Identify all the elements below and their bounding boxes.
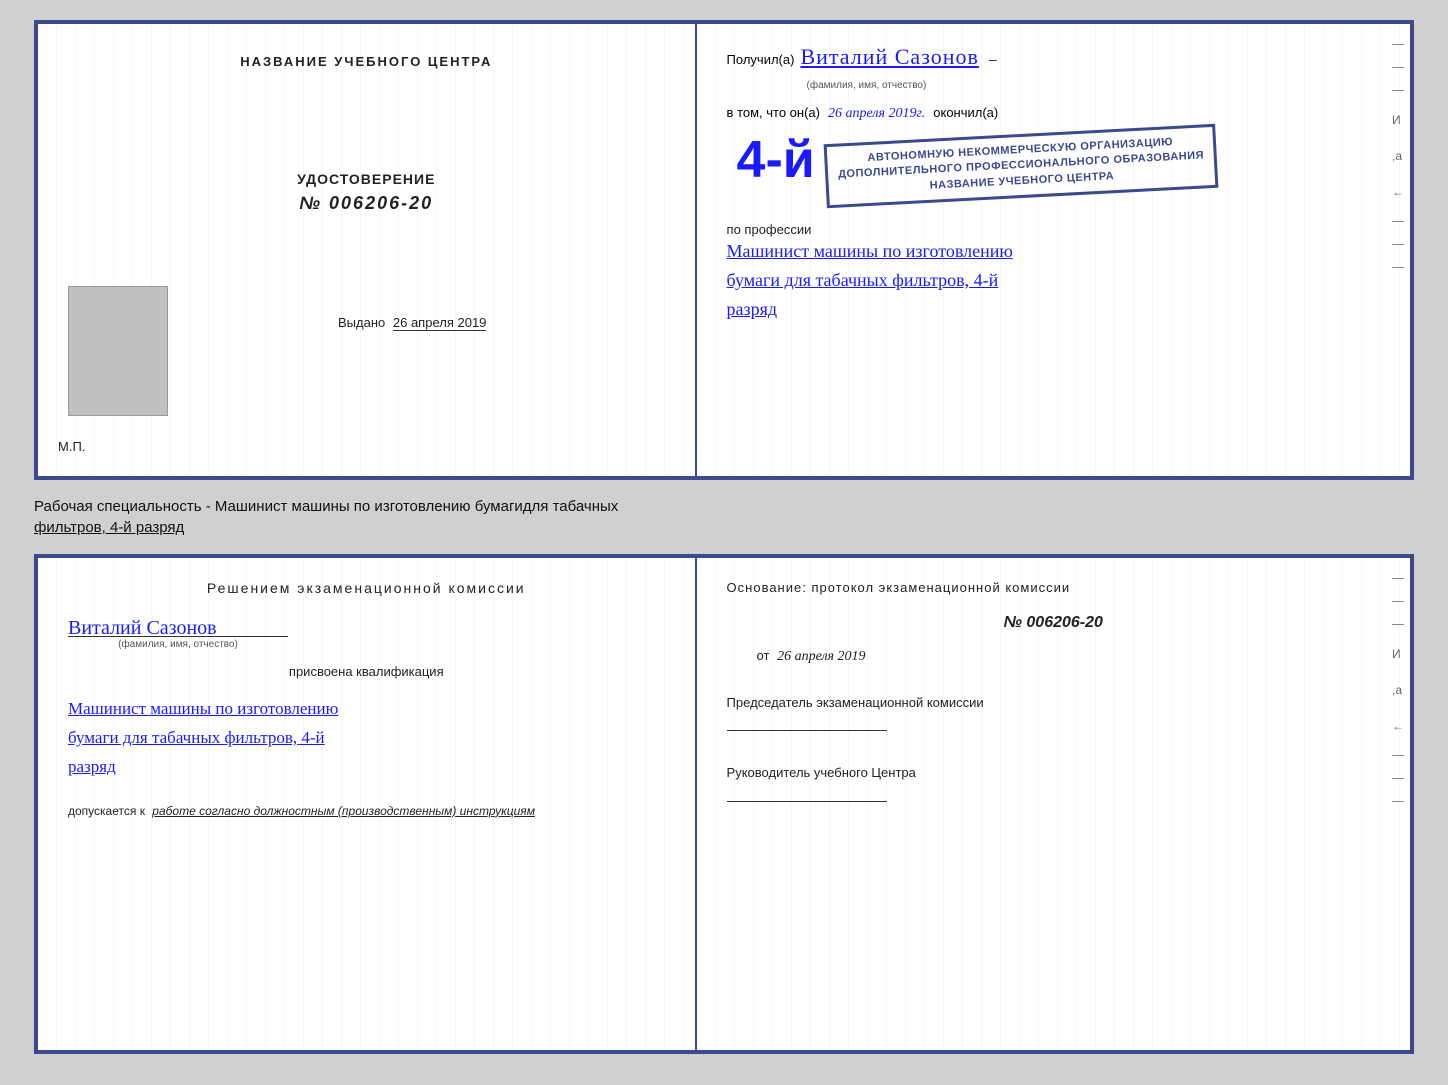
edge-dash-4 [1392, 221, 1404, 222]
cert-top-left: НАЗВАНИЕ УЧЕБНОГО ЦЕНТРА УДОСТОВЕРЕНИЕ №… [38, 24, 697, 476]
chairman-label: Председатель экзаменационной комиссии [727, 693, 1380, 713]
cert-bottom-left: Решением экзаменационной комиссии Витали… [38, 558, 697, 1050]
osnov-label: Основание: протокол экзаменационной коми… [727, 578, 1380, 598]
br-edge-dash-2 [1392, 601, 1404, 602]
photo-placeholder [68, 286, 168, 416]
edge-dash-3 [1392, 90, 1404, 91]
certificate-top: НАЗВАНИЕ УЧЕБНОГО ЦЕНТРА УДОСТОВЕРЕНИЕ №… [34, 20, 1414, 480]
protocol-date-row: от 26 апреля 2019 [757, 648, 1380, 665]
edge-dash-5 [1392, 244, 1404, 245]
cert-top-right: Получил(а) Виталий Сазонов – (фамилия, и… [697, 24, 1410, 476]
br-edge-dash-4 [1392, 755, 1404, 756]
recipient-row: Получил(а) Виталий Сазонов – [727, 44, 1380, 70]
bottom-profession-section: Машинист машины по изготовлению бумаги д… [68, 695, 665, 782]
fio-note-top: (фамилия, имя, отчество) [807, 80, 1380, 91]
commission-title: Решением экзаменационной комиссии [68, 578, 665, 599]
protocol-number: № 006206-20 [727, 614, 1380, 632]
bottom-prof-line1: Машинист машины по изготовлению [68, 695, 665, 724]
okonchil-label: окончил(а) [933, 105, 998, 120]
recipient-name: Виталий Сазонов [800, 44, 978, 70]
cert-handwritten-date: 26 апреля 2019г. [828, 106, 925, 122]
training-center-title: НАЗВАНИЕ УЧЕБНОГО ЦЕНТРА [240, 54, 492, 69]
cert-number: № 006206-20 [299, 193, 433, 214]
certificate-bottom: Решением экзаменационной комиссии Витали… [34, 554, 1414, 1054]
edge-dash-6 [1392, 267, 1404, 268]
stamp-box-area: АВТОНОМНУЮ НЕКОММЕРЧЕСКУЮ ОРГАНИЗАЦИЮ ДО… [825, 134, 1217, 198]
vtom-row: в том, что он(а) 26 апреля 2019г. окончи… [727, 105, 1380, 122]
bottom-prof-line3: разряд [68, 753, 665, 782]
br-edge-dash-1 [1392, 578, 1404, 579]
issued-date-value: 26 апреля 2019 [393, 315, 487, 331]
right-edge-decorations: И ,а ← [1392, 44, 1404, 268]
bottom-handwritten-name: Виталий Сазонов [68, 617, 665, 640]
br-edge-dash-3 [1392, 624, 1404, 625]
poluchil-label: Получил(а) [727, 52, 795, 67]
bottom-name-section: Виталий Сазонов (фамилия, имя, отчество) [68, 613, 665, 650]
br-edge-dash-5 [1392, 778, 1404, 779]
bottom-right-edge-decorations: И ,а ← [1392, 578, 1404, 802]
big-4-label: 4-й [737, 134, 815, 186]
org-section: 4-й АВТОНОМНУЮ НЕКОММЕРЧЕСКУЮ ОРГАНИЗАЦИ… [727, 134, 1380, 198]
prisvoena-label: присвоена квалификация [68, 664, 665, 679]
issued-label: Выдано [338, 315, 385, 330]
edge-dash-2 [1392, 67, 1404, 68]
protocol-date-value: 26 апреля 2019 [777, 649, 865, 664]
vtom-label: в том, что он(а) [727, 105, 820, 120]
cert-label: УДОСТОВЕРЕНИЕ [297, 171, 435, 187]
edge-char-arrow: ← [1392, 185, 1404, 199]
dopusk-prefix: допускается к [68, 804, 145, 818]
between-line2: фильтров, 4-й разряд [34, 517, 1414, 538]
mp-label: М.П. [58, 439, 85, 454]
dopusk-row: допускается к работе согласно должностны… [68, 804, 665, 818]
dopusk-italic: работе согласно должностным (производств… [152, 804, 535, 818]
profession-line3: разряд [727, 295, 1380, 324]
po-professii-label: по профессии [727, 222, 1380, 237]
br-edge-a: ,а [1392, 683, 1404, 697]
br-edge-dash-6 [1392, 801, 1404, 802]
issued-date-row: Выдано 26 апреля 2019 [338, 315, 486, 330]
edge-char-i: И [1392, 113, 1404, 127]
rukovoditel-signature-line [727, 801, 887, 802]
profession-line2: бумаги для табачных фильтров, 4-й [727, 266, 1380, 295]
br-edge-arrow: ← [1392, 719, 1404, 733]
between-pages-label: Рабочая специальность - Машинист машины … [34, 492, 1414, 542]
edge-dash-1 [1392, 44, 1404, 45]
date-prefix: от [757, 648, 770, 663]
edge-char-a: ,а [1392, 149, 1404, 163]
stamp-text: АВТОНОМНУЮ НЕКОММЕРЧЕСКУЮ ОРГАНИЗАЦИЮ ДО… [823, 124, 1218, 209]
chairman-signature-line [727, 730, 887, 731]
between-line1: Рабочая специальность - Машинист машины … [34, 496, 1414, 517]
rukovoditel-label: Руководитель учебного Центра [727, 763, 1380, 783]
profession-section: по профессии Машинист машины по изготовл… [727, 216, 1380, 323]
cert-middle-section: УДОСТОВЕРЕНИЕ № 006206-20 [297, 171, 435, 214]
profession-line1: Машинист машины по изготовлению [727, 237, 1380, 266]
br-edge-i: И [1392, 647, 1404, 661]
bottom-prof-line2: бумаги для табачных фильтров, 4-й [68, 724, 665, 753]
between-line2-underlined: фильтров, 4-й разряд [34, 519, 184, 536]
cert-bottom-right: Основание: протокол экзаменационной коми… [697, 558, 1410, 1050]
